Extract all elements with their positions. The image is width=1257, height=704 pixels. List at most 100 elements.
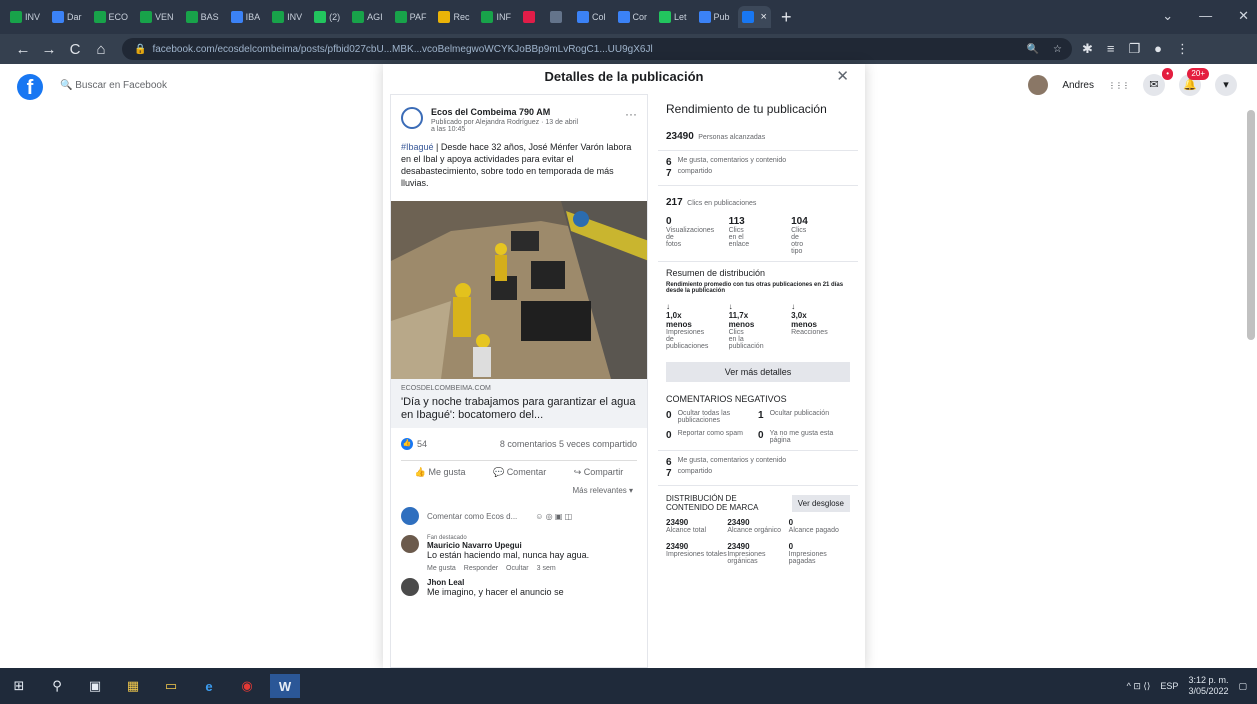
home-button[interactable]: ⌂: [88, 41, 114, 58]
browser-tab[interactable]: Pub: [695, 6, 734, 28]
post-metrics: Rendimiento de tu publicación 23490 Pers…: [658, 94, 858, 668]
account-menu-icon[interactable]: ▾: [1215, 74, 1237, 96]
browser-tab[interactable]: VEN: [136, 6, 178, 28]
chrome-icon[interactable]: ◉: [232, 674, 262, 698]
metric-value: 104: [791, 216, 808, 227]
extension-icon[interactable]: ✱: [1082, 41, 1093, 57]
maximize-button[interactable]: —: [1199, 8, 1212, 24]
comment-composer[interactable]: Comentar como Ecos d... ☺ ◎ ▣ ◫: [391, 503, 647, 529]
neg-label: Ocultar publicación: [769, 410, 830, 417]
bookmark-star-icon[interactable]: ☆: [1053, 44, 1062, 55]
engagement-stats[interactable]: 8 comentarios 5 veces compartido: [500, 439, 637, 449]
messenger-icon[interactable]: ✉ •: [1143, 68, 1173, 96]
page-scrollbar[interactable]: [1247, 110, 1255, 340]
windows-start-icon[interactable]: ⊞: [4, 674, 34, 698]
browser-tab[interactable]: [546, 6, 569, 28]
back-button[interactable]: ←: [10, 41, 36, 58]
browser-tab[interactable]: ECO: [90, 6, 133, 28]
browser-tab[interactable]: AGI: [348, 6, 387, 28]
new-tab-button[interactable]: +: [781, 7, 792, 28]
hashtag-link[interactable]: #Ibagué: [401, 142, 434, 152]
browser-tab[interactable]: (2): [310, 6, 344, 28]
comment-reply-link[interactable]: Responder: [464, 565, 498, 572]
page-name[interactable]: Ecos del Combeima 790 AM: [431, 107, 581, 117]
browser-tab[interactable]: PAF: [391, 6, 431, 28]
link-title[interactable]: 'Día y noche trabajamos para garantizar …: [401, 396, 637, 422]
folder-icon[interactable]: ▭: [156, 674, 186, 698]
minimize-button[interactable]: ⌄: [1162, 8, 1173, 24]
profile-icon[interactable]: ●: [1154, 41, 1162, 57]
reaction-count[interactable]: 54: [417, 439, 427, 449]
link-preview[interactable]: ECOSDELCOMBEIMA.COM 'Día y noche trabaja…: [391, 379, 647, 428]
browser-toolbar: ← → C ⌂ 🔒 facebook.com/ecosdelcombeima/p…: [0, 34, 1257, 64]
notification-center-icon[interactable]: ▢: [1238, 681, 1247, 692]
see-breakdown-button[interactable]: Ver desglose: [791, 494, 850, 512]
browser-tab[interactable]: Cor: [614, 6, 652, 28]
avatar[interactable]: [401, 535, 419, 553]
language-indicator[interactable]: ESP: [1160, 681, 1178, 691]
comment-hide-link[interactable]: Ocultar: [506, 565, 529, 572]
likes-label: Me gusta, comentarios y contenido: [677, 157, 787, 164]
metric-label: Visualizaciones de fotos: [666, 227, 715, 248]
browser-tab[interactable]: ×: [737, 6, 771, 28]
reach-label: Personas alcanzadas: [698, 134, 766, 141]
facebook-search[interactable]: 🔍 Buscar en Facebook: [60, 80, 167, 91]
task-view-icon[interactable]: ▣: [80, 674, 110, 698]
avatar[interactable]: [1028, 75, 1049, 95]
reload-button[interactable]: C: [62, 41, 88, 58]
notifications-icon[interactable]: 🔔 20+: [1179, 68, 1209, 96]
emoji-icons[interactable]: ☺ ◎ ▣ ◫: [535, 512, 572, 521]
word-icon[interactable]: W: [270, 674, 300, 698]
close-tab-icon[interactable]: ×: [761, 11, 767, 23]
tab-favicon-icon: [438, 11, 451, 23]
file-explorer-icon[interactable]: ▦: [118, 674, 148, 698]
share-button[interactable]: ↪ Compartir: [574, 467, 624, 478]
address-bar[interactable]: 🔒 facebook.com/ecosdelcombeima/posts/pfb…: [122, 38, 1072, 60]
browser-tab[interactable]: INF: [477, 6, 515, 28]
clock[interactable]: 3:12 p. m. 3/05/2022: [1188, 675, 1228, 697]
brand-label: Alcance total: [666, 527, 707, 534]
modal-header: Detalles de la publicación ✕: [383, 64, 865, 90]
url-text[interactable]: facebook.com/ecosdelcombeima/posts/pfbid…: [152, 44, 652, 55]
close-icon[interactable]: ✕: [836, 64, 849, 90]
commenter-name[interactable]: Jhon Leal: [427, 578, 564, 587]
comment-like-link[interactable]: Me gusta: [427, 565, 456, 572]
close-window-button[interactable]: ✕: [1238, 8, 1249, 24]
browser-tab[interactable]: Dar: [48, 6, 86, 28]
comment-sort-dropdown[interactable]: Más relevantes ▾: [391, 478, 647, 503]
browser-tab[interactable]: IBA: [227, 6, 265, 28]
likes-label: Me gusta, comentarios y contenido: [677, 457, 787, 464]
brand-value: 0: [788, 542, 794, 551]
zoom-icon[interactable]: 🔍: [1027, 44, 1039, 55]
comment-time[interactable]: 3 sem: [537, 565, 556, 572]
tab-favicon-icon: [272, 11, 285, 23]
reading-list-icon[interactable]: ≡: [1107, 41, 1115, 57]
comment-button[interactable]: 💬 Comentar: [493, 467, 546, 478]
tab-favicon-icon: [394, 11, 407, 23]
browser-tab[interactable]: [519, 6, 542, 28]
menu-grid-icon[interactable]: ⋮⋮⋮: [1108, 81, 1130, 90]
page-avatar[interactable]: [401, 107, 423, 129]
avatar[interactable]: [401, 578, 419, 596]
post-image[interactable]: [391, 201, 647, 379]
forward-button[interactable]: →: [36, 41, 62, 58]
edge-icon[interactable]: e: [194, 674, 224, 698]
browser-tab[interactable]: INV: [268, 6, 306, 28]
shares-value: 7: [666, 168, 672, 179]
side-panel-icon[interactable]: ❐: [1129, 41, 1141, 57]
browser-tab[interactable]: Col: [573, 6, 610, 28]
comment-input[interactable]: Comentar como Ecos d...: [427, 512, 517, 521]
see-more-details-button[interactable]: Ver más detalles: [666, 362, 850, 382]
user-name[interactable]: Andres: [1062, 80, 1094, 91]
browser-tab[interactable]: Let: [655, 6, 691, 28]
commenter-name[interactable]: Mauricio Navarro Upegui: [427, 541, 589, 550]
browser-tab[interactable]: INV: [6, 6, 44, 28]
like-button[interactable]: 👍 Me gusta: [415, 467, 466, 478]
browser-tab[interactable]: BAS: [182, 6, 223, 28]
facebook-logo[interactable]: f: [17, 74, 43, 100]
search-icon[interactable]: ⚲: [42, 674, 72, 698]
tray-icons[interactable]: ^ ⊡ ⟨⟩: [1127, 681, 1151, 692]
browser-tab[interactable]: Rec: [434, 6, 473, 28]
more-options-icon[interactable]: ···: [625, 107, 637, 133]
browser-menu-icon[interactable]: ⋮: [1176, 41, 1189, 57]
